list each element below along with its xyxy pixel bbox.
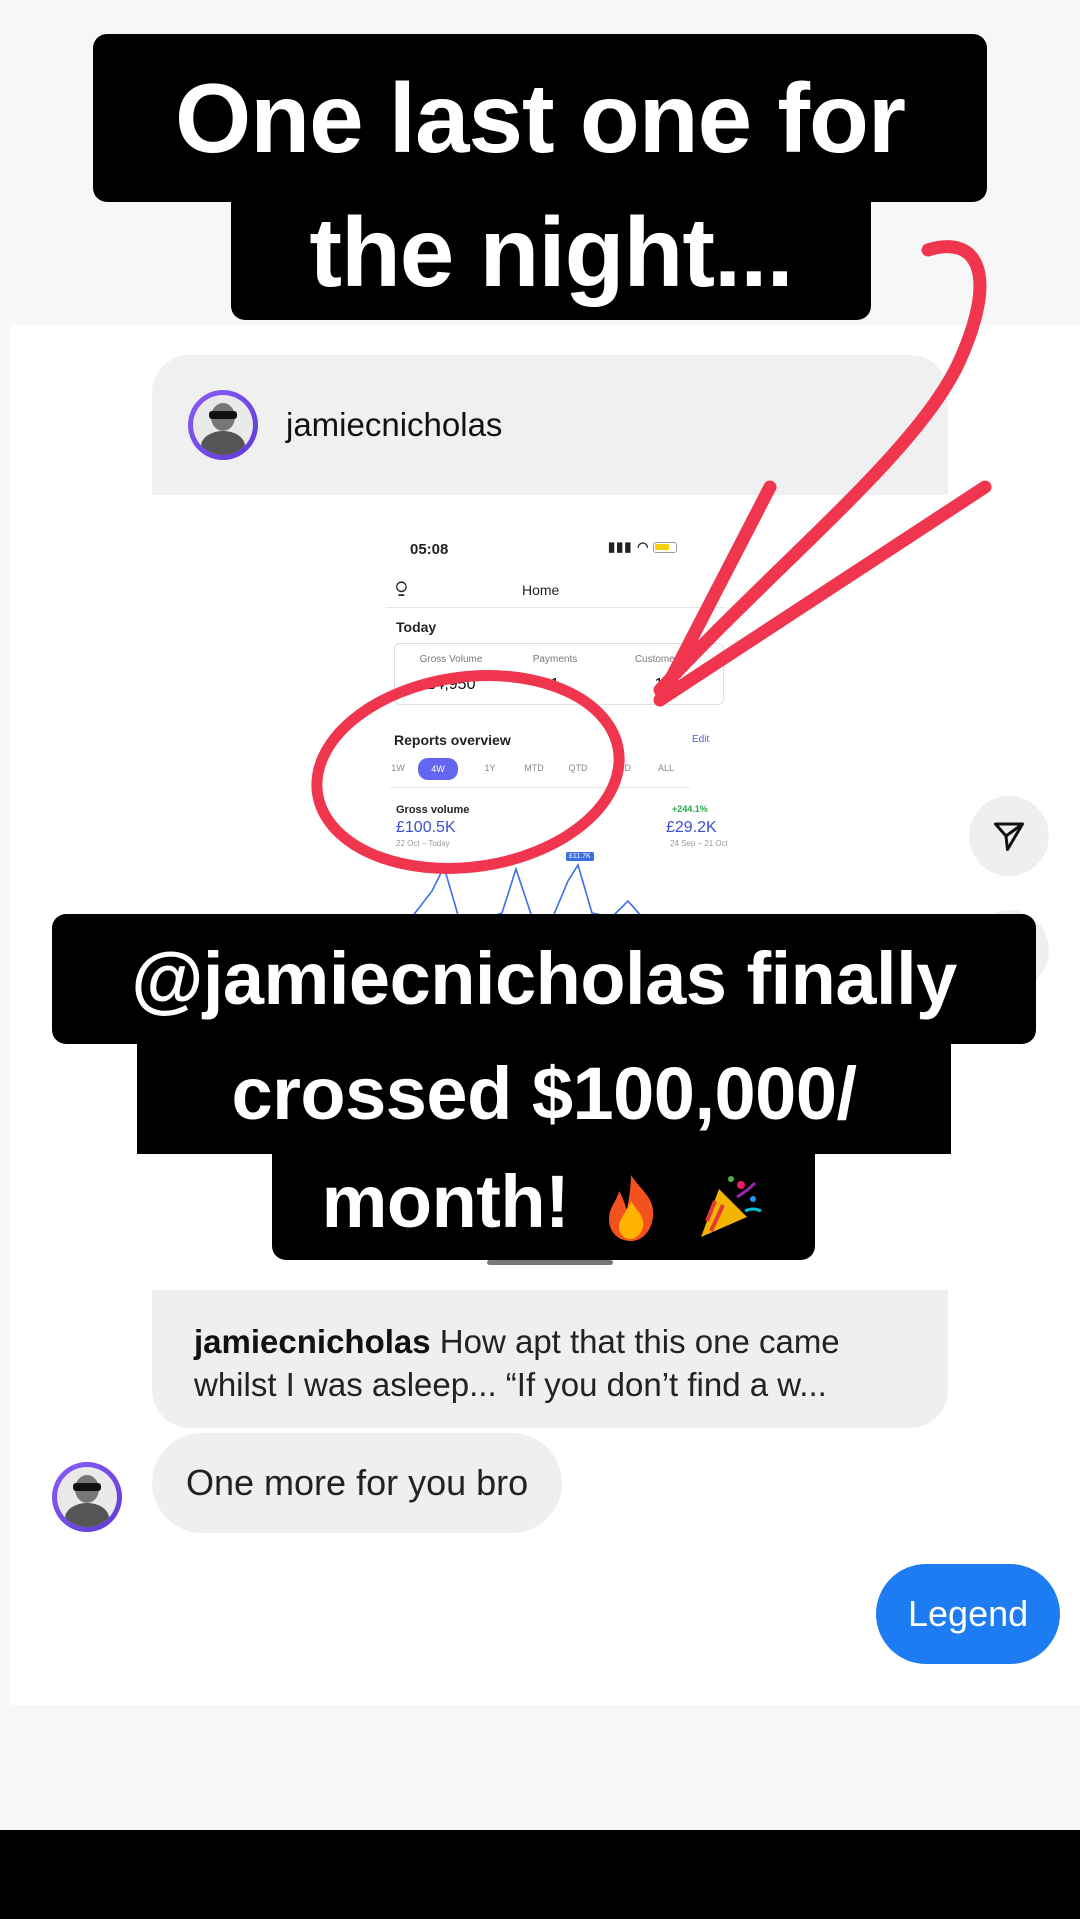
range-tab: 1W [391,763,405,773]
post-header[interactable]: jamiecnicholas [152,355,948,495]
gross-volume-period: 22 Oct – Today [396,839,450,848]
edit-link: Edit [692,734,710,745]
reports-overview-label: Reports overview [394,732,511,748]
post-author-avatar[interactable] [188,390,258,460]
stat-label: Gross Volume [419,654,483,665]
range-tab: YTD [613,763,631,773]
home-indicator [487,1260,613,1265]
gross-volume-label: Gross volume [396,804,470,816]
today-stats-card: Gross Volume £4,950 Payments 1 Customers… [394,643,724,705]
fire-emoji-icon [609,1175,654,1242]
screen-title: Home [522,582,560,598]
caption-top-line-2: the night... [231,202,871,320]
sparkline-line [392,863,655,921]
caption-bottom-line-1: @jamiecnicholas finally [52,914,1036,1044]
divider [390,787,690,788]
stat-label: Payments [532,654,578,665]
party-popper-icon [701,1176,763,1238]
range-tab: QTD [568,763,588,773]
caption-bottom-line-2: crossed $100,000/ [137,1044,951,1154]
outgoing-message[interactable]: Legend [876,1564,1061,1664]
compare-value: £29.2K [666,819,717,836]
change-percent: +244.1% [672,804,708,814]
bottom-bar [0,1830,1080,1919]
status-time: 05:08 [410,541,449,558]
incoming-message[interactable]: One more for you bro [152,1433,563,1533]
app-logo-icon: ⍜ [396,577,407,597]
stat-value: £4,950 [426,676,476,693]
reply-username: jamiecnicholas [194,1323,431,1360]
range-tab: MTD [524,763,544,773]
stat-value: 1 [550,676,560,693]
compare-period: 24 Sep – 21 Oct [670,839,728,848]
caption-bottom-line-3: month! [272,1154,815,1260]
stat-label: Customers [634,654,684,665]
battery-icon [653,542,678,554]
sparkline-chart [392,863,655,921]
range-tab: 1Y [484,763,496,773]
send-icon [994,822,1024,851]
stat-value: 1 [654,676,664,693]
range-tab: ALL [657,763,674,773]
divider [386,607,726,608]
status-icons: ▮▮▮ ◠ [608,539,678,555]
share-button[interactable] [969,796,1049,876]
sender-avatar[interactable] [52,1462,122,1532]
post-author-username[interactable]: jamiecnicholas [286,406,502,444]
gross-volume-value: £100.5K [396,819,456,836]
today-label: Today [396,619,437,635]
story-frame: jamiecnicholas 05:08 ▮▮▮ ◠ ⍜ Home Today … [0,0,1080,1830]
caption-bottom-text: month! [321,1160,570,1243]
replied-message[interactable]: jamiecnicholas How apt that this one cam… [152,1290,948,1428]
range-tab-active: 4W [418,758,458,780]
caption-top-line-1: One last one for [93,34,987,202]
chart-tooltip: £11.7K [566,852,594,861]
